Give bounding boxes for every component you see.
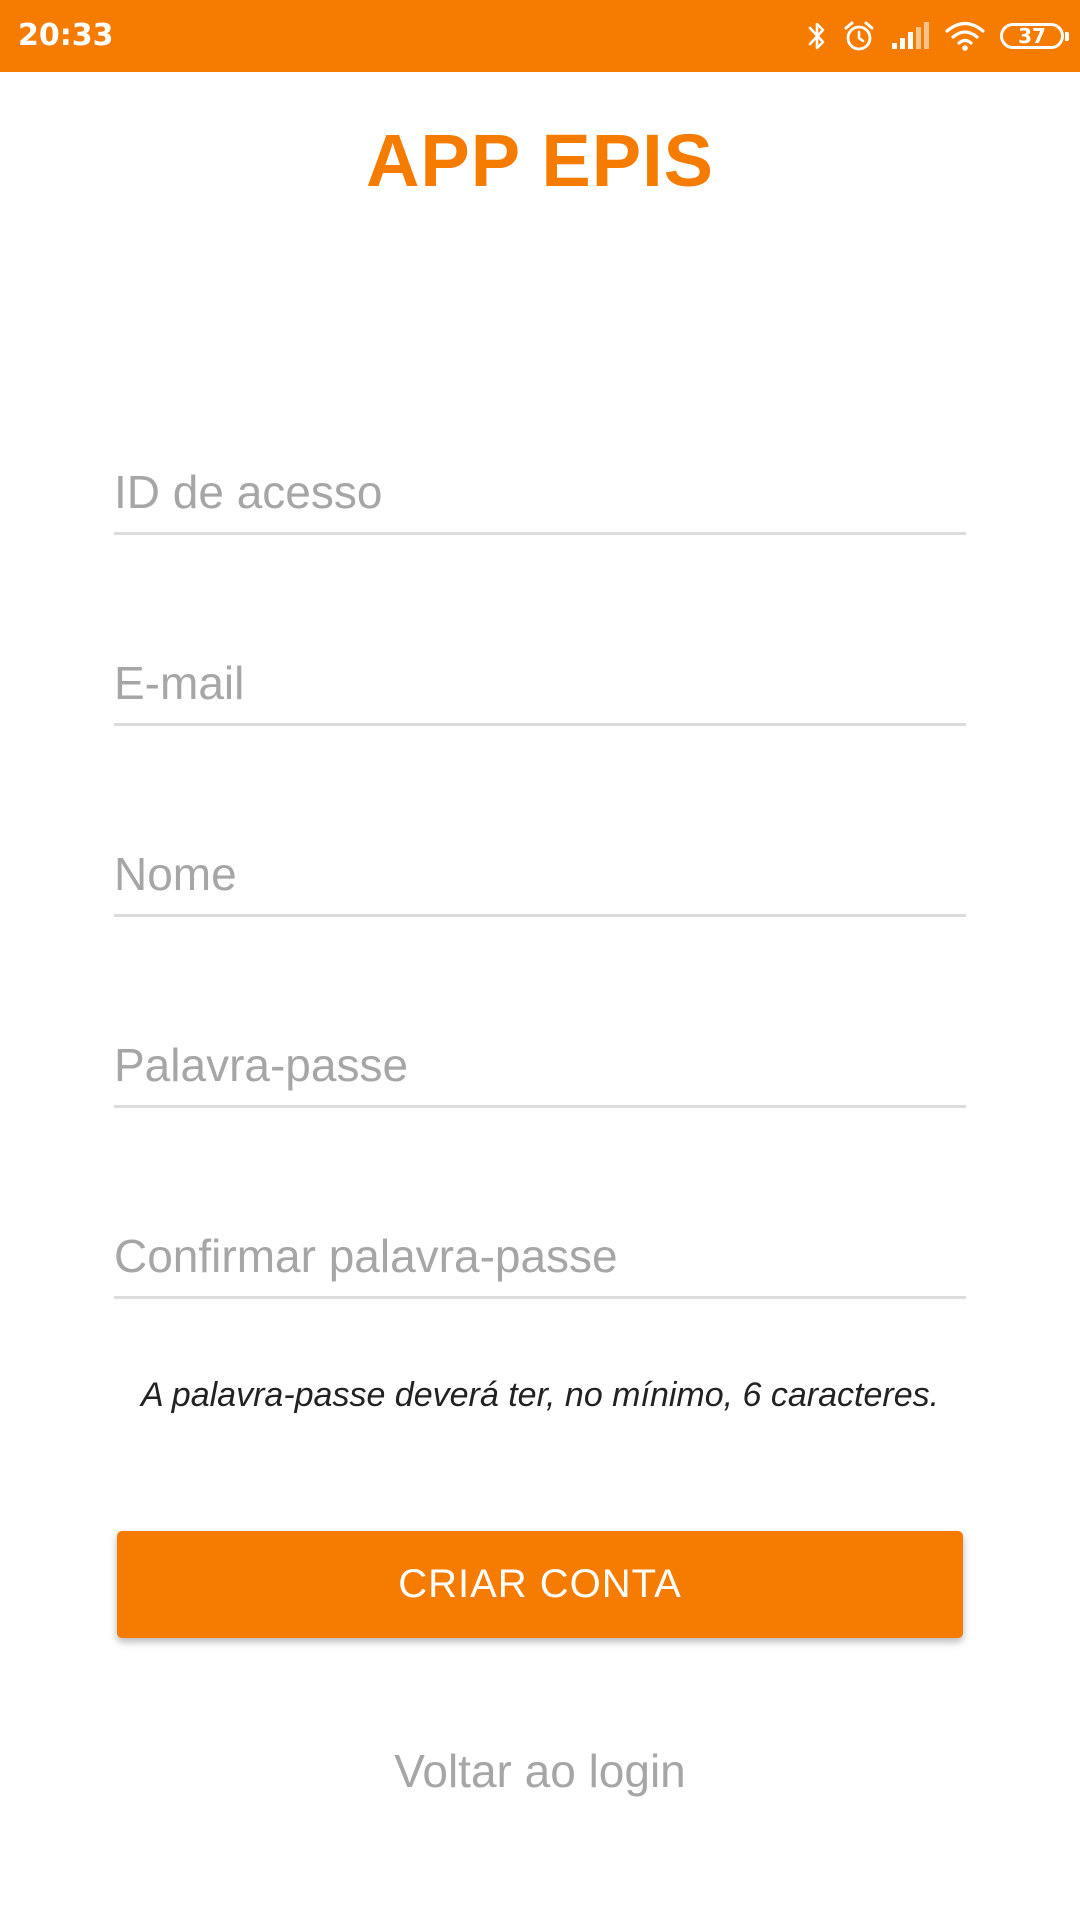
- password-hint: A palavra-passe deverá ter, no mínimo, 6…: [140, 1376, 940, 1414]
- access-id-field-container: [114, 452, 966, 535]
- access-id-input[interactable]: [114, 452, 966, 532]
- bluetooth-icon: [808, 22, 825, 50]
- wifi-icon: [945, 21, 985, 51]
- status-bar: 20:33 37: [0, 0, 1080, 72]
- back-to-login-link[interactable]: Voltar ao login: [0, 1744, 1080, 1798]
- signal-icon: [892, 22, 929, 49]
- create-account-button[interactable]: CRIAR CONTA: [117, 1531, 963, 1638]
- status-time: 20:33: [18, 18, 114, 53]
- password-input[interactable]: [114, 1025, 966, 1105]
- email-field-container: [114, 643, 966, 726]
- battery-icon: 37: [1000, 23, 1069, 49]
- status-icons: 37: [806, 0, 1069, 72]
- battery-level: 37: [1018, 24, 1046, 48]
- app-title: APP EPIS: [365, 119, 714, 202]
- confirm-password-field-container: [114, 1216, 966, 1299]
- confirm-password-input[interactable]: [114, 1216, 966, 1296]
- email-input[interactable]: [114, 643, 966, 723]
- name-input[interactable]: [114, 834, 966, 914]
- password-field-container: [114, 1025, 966, 1108]
- alarm-icon: [844, 21, 874, 51]
- name-field-container: [114, 834, 966, 917]
